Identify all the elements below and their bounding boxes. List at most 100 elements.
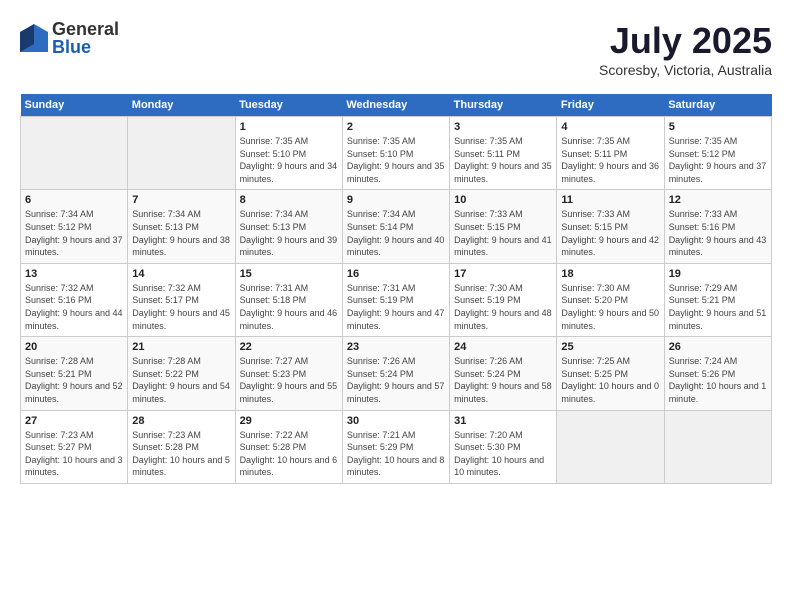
- calendar-cell: 23 Sunrise: 7:26 AM Sunset: 5:24 PM Dayli…: [342, 337, 449, 410]
- day-number: 29: [240, 415, 338, 427]
- day-info: Sunrise: 7:22 AM Sunset: 5:28 PM Dayligh…: [240, 429, 338, 479]
- calendar-cell: 11Sunrise: 7:33 AM Sunset: 5:15 PM Dayli…: [557, 190, 664, 263]
- day-info: Sunrise: 7:26 AM Sunset: 5:24 PM Dayligh…: [347, 355, 445, 405]
- day-number: 11: [561, 194, 659, 206]
- day-number: 27: [25, 415, 123, 427]
- day-info: Sunrise: 7:35 AM Sunset: 5:10 PM Dayligh…: [240, 135, 338, 185]
- calendar-week-3: 13 Sunrise: 7:32 AM Sunset: 5:16 PM Dayli…: [21, 263, 772, 336]
- day-info: Sunrise: 7:35 AM Sunset: 5:12 PM Dayligh…: [669, 135, 767, 185]
- day-number: 24: [454, 341, 552, 353]
- calendar-cell: 14Sunrise: 7:32 AM Sunset: 5:17 PM Dayli…: [128, 263, 235, 336]
- calendar-cell: 26Sunrise: 7:24 AM Sunset: 5:26 PM Dayli…: [664, 337, 771, 410]
- day-info: Sunrise: 7:31 AM Sunset: 5:18 PM Dayligh…: [240, 282, 338, 332]
- col-thursday: Thursday: [450, 94, 557, 117]
- calendar-cell: 5Sunrise: 7:35 AM Sunset: 5:12 PM Daylig…: [664, 117, 771, 190]
- col-wednesday: Wednesday: [342, 94, 449, 117]
- calendar-cell: 13 Sunrise: 7:32 AM Sunset: 5:16 PM Dayli…: [21, 263, 128, 336]
- day-number: 21: [132, 341, 230, 353]
- calendar-cell: 15 Sunrise: 7:31 AM Sunset: 5:18 PM Dayli…: [235, 263, 342, 336]
- month-title: July 2025: [599, 20, 772, 62]
- day-number: 3: [454, 121, 552, 133]
- day-number: 10: [454, 194, 552, 206]
- calendar-cell: 19 Sunrise: 7:29 AM Sunset: 5:21 PM Dayli…: [664, 263, 771, 336]
- page-header: General Blue July 2025 Scoresby, Victori…: [20, 20, 772, 78]
- day-info: Sunrise: 7:30 AM Sunset: 5:20 PM Dayligh…: [561, 282, 659, 332]
- calendar-cell: 30 Sunrise: 7:21 AM Sunset: 5:29 PM Dayli…: [342, 410, 449, 483]
- calendar-week-5: 27 Sunrise: 7:23 AM Sunset: 5:27 PM Dayli…: [21, 410, 772, 483]
- day-info: Sunrise: 7:34 AM Sunset: 5:14 PM Dayligh…: [347, 208, 445, 258]
- logo-blue-text: Blue: [52, 38, 119, 56]
- calendar-body: 1 Sunrise: 7:35 AM Sunset: 5:10 PM Daylig…: [21, 117, 772, 484]
- day-number: 25: [561, 341, 659, 353]
- day-number: 9: [347, 194, 445, 206]
- day-number: 20: [25, 341, 123, 353]
- calendar-cell: [128, 117, 235, 190]
- day-number: 19: [669, 268, 767, 280]
- day-number: 22: [240, 341, 338, 353]
- col-friday: Friday: [557, 94, 664, 117]
- day-number: 7: [132, 194, 230, 206]
- calendar-week-1: 1 Sunrise: 7:35 AM Sunset: 5:10 PM Daylig…: [21, 117, 772, 190]
- day-info: Sunrise: 7:33 AM Sunset: 5:16 PM Dayligh…: [669, 208, 767, 258]
- calendar-cell: 6Sunrise: 7:34 AM Sunset: 5:12 PM Daylig…: [21, 190, 128, 263]
- day-info: Sunrise: 7:34 AM Sunset: 5:13 PM Dayligh…: [240, 208, 338, 258]
- day-info: Sunrise: 7:32 AM Sunset: 5:16 PM Dayligh…: [25, 282, 123, 332]
- day-number: 18: [561, 268, 659, 280]
- col-saturday: Saturday: [664, 94, 771, 117]
- calendar-cell: 12 Sunrise: 7:33 AM Sunset: 5:16 PM Dayli…: [664, 190, 771, 263]
- day-info: Sunrise: 7:29 AM Sunset: 5:21 PM Dayligh…: [669, 282, 767, 332]
- calendar-cell: 3 Sunrise: 7:35 AM Sunset: 5:11 PM Daylig…: [450, 117, 557, 190]
- day-info: Sunrise: 7:30 AM Sunset: 5:19 PM Dayligh…: [454, 282, 552, 332]
- calendar-cell: 24 Sunrise: 7:26 AM Sunset: 5:24 PM Dayli…: [450, 337, 557, 410]
- calendar-cell: 18 Sunrise: 7:30 AM Sunset: 5:20 PM Dayli…: [557, 263, 664, 336]
- day-number: 17: [454, 268, 552, 280]
- day-number: 1: [240, 121, 338, 133]
- logo-icon: [20, 24, 48, 52]
- day-number: 15: [240, 268, 338, 280]
- calendar-cell: 16 Sunrise: 7:31 AM Sunset: 5:19 PM Dayli…: [342, 263, 449, 336]
- day-info: Sunrise: 7:31 AM Sunset: 5:19 PM Dayligh…: [347, 282, 445, 332]
- day-number: 23: [347, 341, 445, 353]
- day-number: 12: [669, 194, 767, 206]
- calendar-cell: 31Sunrise: 7:20 AM Sunset: 5:30 PM Dayli…: [450, 410, 557, 483]
- day-number: 6: [25, 194, 123, 206]
- calendar-cell: 7 Sunrise: 7:34 AM Sunset: 5:13 PM Daylig…: [128, 190, 235, 263]
- calendar-cell: 1 Sunrise: 7:35 AM Sunset: 5:10 PM Daylig…: [235, 117, 342, 190]
- title-block: July 2025 Scoresby, Victoria, Australia: [599, 20, 772, 78]
- day-info: Sunrise: 7:26 AM Sunset: 5:24 PM Dayligh…: [454, 355, 552, 405]
- calendar-cell: 29 Sunrise: 7:22 AM Sunset: 5:28 PM Dayli…: [235, 410, 342, 483]
- calendar-cell: 17 Sunrise: 7:30 AM Sunset: 5:19 PM Dayli…: [450, 263, 557, 336]
- day-info: Sunrise: 7:21 AM Sunset: 5:29 PM Dayligh…: [347, 429, 445, 479]
- calendar-week-4: 20Sunrise: 7:28 AM Sunset: 5:21 PM Dayli…: [21, 337, 772, 410]
- col-tuesday: Tuesday: [235, 94, 342, 117]
- day-info: Sunrise: 7:35 AM Sunset: 5:11 PM Dayligh…: [454, 135, 552, 185]
- day-number: 16: [347, 268, 445, 280]
- day-info: Sunrise: 7:20 AM Sunset: 5:30 PM Dayligh…: [454, 429, 552, 479]
- calendar-cell: 9 Sunrise: 7:34 AM Sunset: 5:14 PM Daylig…: [342, 190, 449, 263]
- calendar-cell: 27 Sunrise: 7:23 AM Sunset: 5:27 PM Dayli…: [21, 410, 128, 483]
- calendar-cell: 22 Sunrise: 7:27 AM Sunset: 5:23 PM Dayli…: [235, 337, 342, 410]
- calendar-cell: [21, 117, 128, 190]
- calendar-cell: 8 Sunrise: 7:34 AM Sunset: 5:13 PM Daylig…: [235, 190, 342, 263]
- day-info: Sunrise: 7:35 AM Sunset: 5:10 PM Dayligh…: [347, 135, 445, 185]
- day-number: 30: [347, 415, 445, 427]
- calendar-cell: 4Sunrise: 7:35 AM Sunset: 5:11 PM Daylig…: [557, 117, 664, 190]
- day-info: Sunrise: 7:32 AM Sunset: 5:17 PM Dayligh…: [132, 282, 230, 332]
- day-info: Sunrise: 7:28 AM Sunset: 5:22 PM Dayligh…: [132, 355, 230, 405]
- day-info: Sunrise: 7:34 AM Sunset: 5:13 PM Dayligh…: [132, 208, 230, 258]
- logo: General Blue: [20, 20, 119, 56]
- day-info: Sunrise: 7:23 AM Sunset: 5:27 PM Dayligh…: [25, 429, 123, 479]
- day-number: 26: [669, 341, 767, 353]
- calendar-cell: [664, 410, 771, 483]
- col-monday: Monday: [128, 94, 235, 117]
- calendar-cell: 28Sunrise: 7:23 AM Sunset: 5:28 PM Dayli…: [128, 410, 235, 483]
- calendar-cell: 21 Sunrise: 7:28 AM Sunset: 5:22 PM Dayli…: [128, 337, 235, 410]
- day-info: Sunrise: 7:35 AM Sunset: 5:11 PM Dayligh…: [561, 135, 659, 185]
- day-number: 13: [25, 268, 123, 280]
- day-info: Sunrise: 7:27 AM Sunset: 5:23 PM Dayligh…: [240, 355, 338, 405]
- header-row: Sunday Monday Tuesday Wednesday Thursday…: [21, 94, 772, 117]
- calendar-cell: 10Sunrise: 7:33 AM Sunset: 5:15 PM Dayli…: [450, 190, 557, 263]
- day-info: Sunrise: 7:23 AM Sunset: 5:28 PM Dayligh…: [132, 429, 230, 479]
- day-number: 8: [240, 194, 338, 206]
- calendar-cell: 25Sunrise: 7:25 AM Sunset: 5:25 PM Dayli…: [557, 337, 664, 410]
